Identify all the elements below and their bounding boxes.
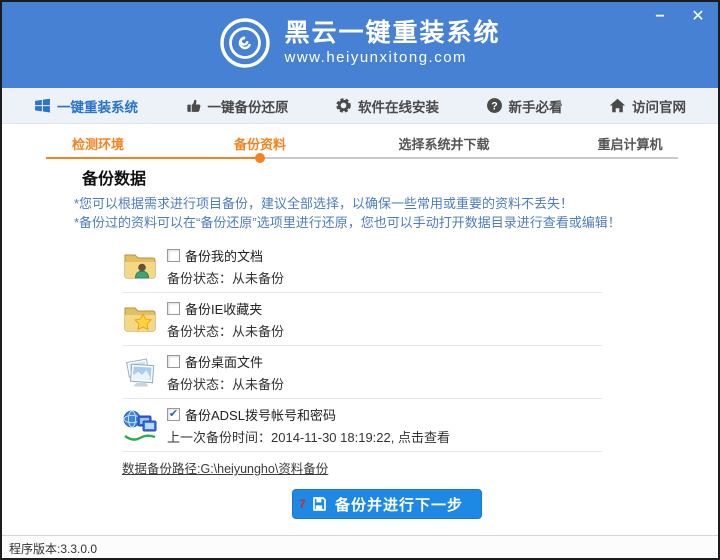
backup-item-status-with-link[interactable]: 上一次备份时间：2014-11-30 18:19:22, 点击查看 xyxy=(167,427,450,446)
ie-favorites-folder-icon xyxy=(122,303,158,335)
backup-item-desktop-files: 备份桌面文件 备份状态：从未备份 xyxy=(122,346,602,399)
close-button[interactable]: ✕ xyxy=(688,7,708,27)
progress-dot xyxy=(255,153,265,163)
nav-item-label: 软件在线安装 xyxy=(358,96,439,116)
step-check-env[interactable]: 检测环境 xyxy=(33,134,163,153)
backup-item-label: 备份IE收藏夹 xyxy=(185,299,262,318)
nav-item-label: 一键重装系统 xyxy=(57,96,138,116)
backup-item-text: 备份IE收藏夹 备份状态：从未备份 xyxy=(167,299,284,340)
nav-item-label: 访问官网 xyxy=(632,96,686,116)
backup-next-button-label: 备份并进行下一步 xyxy=(335,494,463,515)
footer: 程序版本:3.3.0.0 xyxy=(2,535,718,558)
backup-item-status: 备份状态：从未备份 xyxy=(167,321,284,340)
progress-line xyxy=(46,157,678,159)
backup-item-text: 备份桌面文件 备份状态：从未备份 xyxy=(167,352,284,393)
backup-item-label: 备份ADSL拨号帐号和密码 xyxy=(185,405,336,424)
nav-item-beginner-guide[interactable]: ? 新手必看 xyxy=(486,96,563,116)
app-title: 黑云一键重装系统 xyxy=(284,18,500,48)
nav-item-software-install[interactable]: 软件在线安装 xyxy=(335,96,439,116)
my-documents-folder-icon xyxy=(122,250,158,282)
brand: 黑云一键重装系统 www.heiyunxitong.com xyxy=(2,2,718,69)
gear-icon xyxy=(335,97,352,114)
backup-item-label: 备份我的文档 xyxy=(185,246,263,265)
navbar: 一键重装系统 一键备份还原 软件在线安装 ? xyxy=(2,88,718,124)
backup-path-link[interactable]: 数据备份路径:G:\heiyungho\资料备份 xyxy=(122,458,328,477)
desktop-files-icon xyxy=(122,356,158,388)
heiyun-spiral-logo-icon xyxy=(219,17,271,69)
home-icon xyxy=(609,97,626,114)
checkbox[interactable] xyxy=(167,302,180,315)
backup-item-text: 备份ADSL拨号帐号和密码 上一次备份时间：2014-11-30 18:19:2… xyxy=(167,405,450,446)
question-icon: ? xyxy=(486,97,503,114)
backup-item-my-documents: 备份我的文档 备份状态：从未备份 xyxy=(122,240,602,293)
progress-line-done xyxy=(46,157,260,159)
minimize-button[interactable]: − xyxy=(650,7,670,27)
backup-item-label: 备份桌面文件 xyxy=(185,352,263,371)
program-version: 程序版本:3.3.0.0 xyxy=(9,540,718,557)
window-controls: − ✕ xyxy=(650,7,708,27)
notice-line-1: *您可以根据需求进行项目备份，建议全部选择，以确保一些常用或重要的资料不丢失！ xyxy=(74,194,621,213)
checkbox[interactable] xyxy=(167,408,180,421)
adsl-network-icon xyxy=(122,409,158,441)
checkbox[interactable] xyxy=(167,249,180,262)
nav-item-backup-restore[interactable]: 一键备份还原 xyxy=(185,96,289,116)
step-backup-data[interactable]: 备份资料 xyxy=(195,134,325,153)
backup-item-status: 备份状态：从未备份 xyxy=(167,268,284,287)
header: − ✕ 黑云一键重装系统 www.heiyunxitong.com xyxy=(2,2,718,88)
svg-text:?: ? xyxy=(491,100,497,112)
windows-logo-icon xyxy=(34,97,51,114)
step-select-system[interactable]: 选择系统并下载 xyxy=(379,134,509,153)
nav-item-reinstall[interactable]: 一键重装系统 xyxy=(34,96,138,116)
nav-item-official-site[interactable]: 访问官网 xyxy=(609,96,686,116)
page-title: 备份数据 xyxy=(82,165,146,189)
backup-items-list: 备份我的文档 备份状态：从未备份 备份IE收藏夹 备份状态：从未备份 xyxy=(122,240,602,452)
checkbox[interactable] xyxy=(167,355,180,368)
backup-item-checkbox-row[interactable]: 备份IE收藏夹 xyxy=(167,299,284,318)
step-restart[interactable]: 重启计算机 xyxy=(565,134,695,153)
backup-item-text: 备份我的文档 备份状态：从未备份 xyxy=(167,246,284,287)
app-url: www.heiyunxitong.com xyxy=(284,48,500,68)
notices: *您可以根据需求进行项目备份，建议全部选择，以确保一些常用或重要的资料不丢失！ … xyxy=(74,194,621,232)
save-floppy-icon xyxy=(311,496,327,512)
backup-next-button[interactable]: 7 备份并进行下一步 xyxy=(292,489,482,519)
tutorial-step-marker: 7 xyxy=(299,497,306,511)
backup-item-checkbox-row[interactable]: 备份桌面文件 xyxy=(167,352,284,371)
brand-text: 黑云一键重装系统 www.heiyunxitong.com xyxy=(284,18,500,68)
backup-item-checkbox-row[interactable]: 备份我的文档 xyxy=(167,246,284,265)
backup-item-ie-favorites: 备份IE收藏夹 备份状态：从未备份 xyxy=(122,293,602,346)
nav-item-label: 新手必看 xyxy=(509,96,563,116)
thumb-up-icon xyxy=(185,97,202,114)
backup-item-checkbox-row[interactable]: 备份ADSL拨号帐号和密码 xyxy=(167,405,450,424)
notice-line-2: *备份过的资料可以在“备份还原”选项里进行还原，您也可以手动打开数据目录进行查看… xyxy=(74,213,621,232)
app-window: − ✕ 黑云一键重装系统 www.heiyunxitong.com 一键重装系统 xyxy=(0,0,720,560)
backup-item-status: 备份状态：从未备份 xyxy=(167,374,284,393)
nav-item-label: 一键备份还原 xyxy=(208,96,289,116)
backup-item-adsl: 备份ADSL拨号帐号和密码 上一次备份时间：2014-11-30 18:19:2… xyxy=(122,399,602,452)
